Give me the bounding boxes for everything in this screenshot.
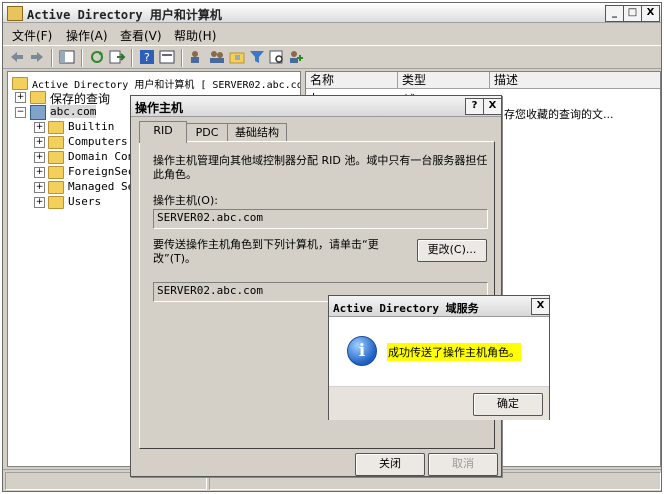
message-title-bar: Active Directory 域服务 X	[329, 296, 550, 317]
group-icon[interactable]	[208, 49, 226, 65]
add-group-icon[interactable]	[288, 49, 306, 65]
message-title: Active Directory 域服务	[333, 302, 479, 315]
column-header-name[interactable]: 名称	[306, 72, 398, 89]
folder-icon	[48, 196, 64, 209]
maximize-button[interactable]: □	[623, 5, 642, 22]
tab-infrastructure[interactable]: 基础结构	[227, 123, 287, 142]
expand-icon[interactable]: +	[34, 152, 45, 163]
folder-icon	[48, 151, 64, 164]
expand-icon[interactable]: +	[34, 197, 45, 208]
svg-text:?: ?	[144, 51, 150, 64]
expand-icon[interactable]: +	[34, 167, 45, 178]
back-icon[interactable]	[8, 49, 26, 65]
ou-icon[interactable]	[228, 49, 246, 65]
tab-pdc[interactable]: PDC	[186, 123, 228, 142]
dialog-title-bar: 操作主机 ? X	[131, 96, 502, 117]
dialog-close-button[interactable]: X	[483, 98, 502, 115]
help-icon[interactable]: ?	[138, 49, 156, 65]
close-dialog-button[interactable]: 关闭	[355, 453, 425, 476]
master-label: 操作主机(O):	[153, 194, 218, 207]
find-icon[interactable]	[268, 49, 286, 65]
window-title: Active Directory 用户和计算机	[27, 8, 222, 22]
folder-icon	[48, 166, 64, 179]
menu-action[interactable]: 操作(A)	[66, 27, 108, 44]
ad-users-icon	[7, 6, 23, 21]
menu-help[interactable]: 帮助(H)	[174, 27, 216, 44]
ok-button[interactable]: 确定	[473, 393, 543, 416]
cancel-button[interactable]: 取消	[428, 453, 498, 476]
folder-icon	[30, 91, 46, 104]
rid-description: 操作主机管理向其他域控制器分配 RID 池。域中只有一台服务器担任此角色。	[153, 154, 488, 181]
folder-icon	[48, 136, 64, 149]
transfer-instructions: 要传送操作主机角色到下列计算机，请单击“更改”(T)。	[153, 238, 379, 265]
master-field[interactable]: SERVER02.abc.com	[153, 209, 488, 229]
minimize-button[interactable]: _	[605, 5, 624, 22]
ad-root-icon	[12, 77, 28, 90]
users-icon[interactable]	[188, 49, 206, 65]
column-header-description[interactable]: 描述	[490, 72, 660, 89]
collapse-icon[interactable]: −	[15, 107, 26, 118]
expand-icon[interactable]: +	[34, 182, 45, 193]
export-icon[interactable]	[108, 49, 126, 65]
expand-icon[interactable]: +	[34, 137, 45, 148]
message-close-button[interactable]: X	[531, 298, 550, 315]
title-bar: Active Directory 用户和计算机 _ □ X	[3, 3, 661, 23]
close-button[interactable]: X	[641, 5, 660, 22]
domain-icon	[30, 105, 46, 120]
properties-icon[interactable]	[158, 49, 176, 65]
menu-bar: 文件(F) 操作(A) 查看(V) 帮助(H)	[3, 24, 661, 44]
dialog-title: 操作主机	[135, 101, 184, 115]
message-text: 成功传送了操作主机角色。	[387, 343, 521, 361]
refresh-icon[interactable]	[88, 49, 106, 65]
forward-icon[interactable]	[28, 49, 46, 65]
dialog-help-button[interactable]: ?	[465, 98, 484, 115]
expand-icon[interactable]: +	[34, 122, 45, 133]
tab-rid[interactable]: RID	[139, 121, 187, 143]
column-header-type[interactable]: 类型	[398, 72, 490, 89]
tree-root[interactable]: Active Directory 用户和计算机 [ SERVER02.abc.c…	[12, 76, 300, 91]
menu-file[interactable]: 文件(F)	[12, 27, 52, 44]
list-item-description: 存您收藏的查询的文...	[504, 108, 614, 121]
message-footer: 确定	[329, 386, 549, 420]
change-button[interactable]: 更改(C)...	[417, 239, 487, 262]
info-icon: i	[347, 336, 377, 366]
console-tree-icon[interactable]	[58, 49, 76, 65]
filter-icon[interactable]	[248, 49, 266, 65]
menu-view[interactable]: 查看(V)	[120, 27, 162, 44]
toolbar: ?	[3, 45, 661, 69]
folder-icon	[48, 121, 64, 134]
folder-icon	[48, 181, 64, 194]
expand-icon[interactable]: +	[15, 92, 26, 103]
ad-ds-message-box: Active Directory 域服务 X i 成功传送了操作主机角色。 确定	[328, 295, 550, 420]
